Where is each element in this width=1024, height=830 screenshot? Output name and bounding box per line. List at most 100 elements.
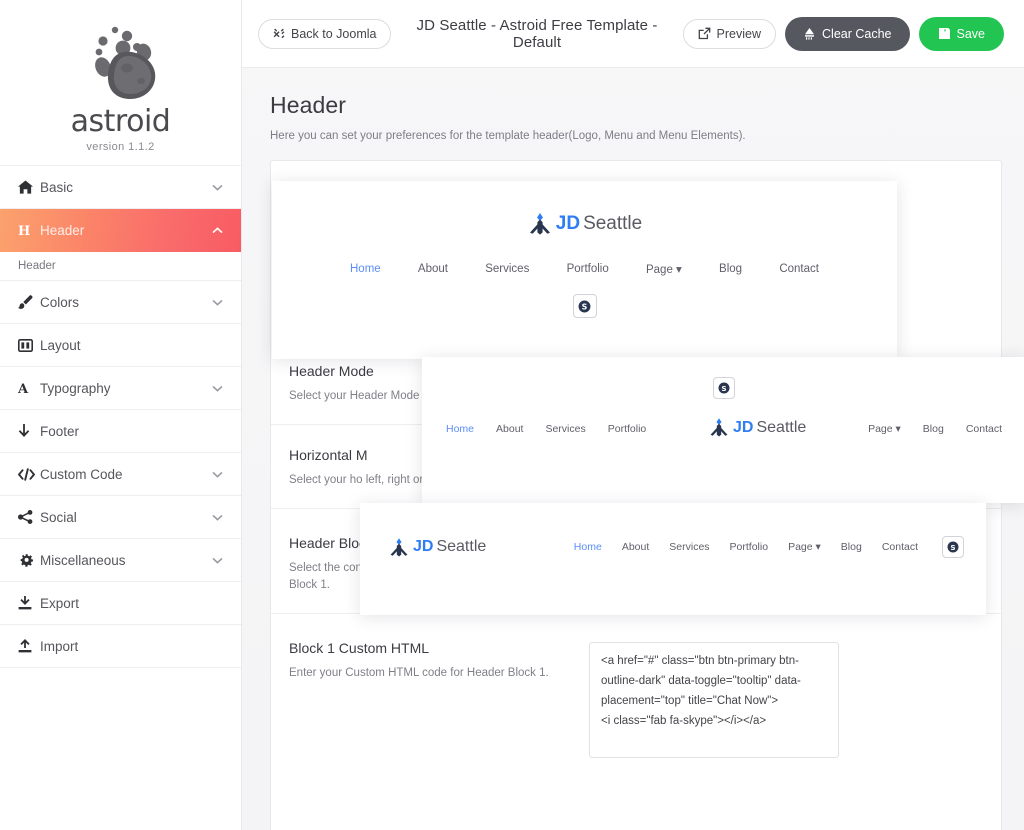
preview1-nav-blog[interactable]: Blog xyxy=(719,263,742,275)
preview2-nav-services[interactable]: Services xyxy=(545,423,585,435)
chevron-down-icon xyxy=(212,385,223,392)
astroid-wordmark: astroid xyxy=(70,103,171,139)
svg-text:S: S xyxy=(721,384,726,393)
preview3-nav-portfolio[interactable]: Portfolio xyxy=(730,541,769,553)
preview1-nav-portfolio[interactable]: Portfolio xyxy=(567,263,609,275)
preview2-nav-page[interactable]: Page ▾ xyxy=(868,423,901,435)
chevron-down-icon xyxy=(212,557,223,564)
preview1-nav-services[interactable]: Services xyxy=(485,263,529,275)
sidebar-label-export: Export xyxy=(40,595,80,611)
preview3-nav: Home About Services Portfolio Page ▾ Blo… xyxy=(574,536,964,558)
preview2-nav-page-label: Page xyxy=(868,423,893,435)
sidebar-item-export[interactable]: Export xyxy=(0,582,241,625)
sidebar-item-social[interactable]: Social xyxy=(0,496,241,539)
chevron-up-icon xyxy=(212,227,223,234)
preview3-nav-services[interactable]: Services xyxy=(669,541,709,553)
arrow-down-icon xyxy=(18,424,40,438)
field-label-block: Block 1 Custom HTML Enter your Custom HT… xyxy=(289,640,589,758)
clear-cache-button[interactable]: Clear Cache xyxy=(785,16,910,51)
gears-icon xyxy=(18,553,40,567)
field-control: <a href="#" class="btn btn-primary btn-o… xyxy=(589,640,983,759)
sidebar-item-layout[interactable]: Layout xyxy=(0,324,241,367)
back-to-joomla-button[interactable]: Back to Joomla xyxy=(258,18,392,49)
header-preview-centered[interactable]: JD Seattle Home About Services Portfolio … xyxy=(272,181,897,359)
page-header: Header Here you can set your preferences… xyxy=(242,68,1024,142)
toolbar: Back to Joomla JD Seattle - Astroid Free… xyxy=(242,0,1024,68)
sidebar-label-layout: Layout xyxy=(40,337,81,353)
save-label: Save xyxy=(956,26,986,41)
preview2-logo-wrap: JD Seattle xyxy=(646,418,868,440)
svg-text:S: S xyxy=(582,302,588,311)
preview1-nav-page-label: Page xyxy=(645,264,673,276)
sidebar-item-basic[interactable]: Basic xyxy=(0,166,241,209)
broom-icon xyxy=(803,27,816,40)
preview2-nav-contact[interactable]: Contact xyxy=(966,423,1002,435)
floppy-disk-icon xyxy=(938,27,951,40)
sidebar-item-custom-code[interactable]: Custom Code xyxy=(0,453,241,496)
save-button[interactable]: Save xyxy=(918,16,1004,51)
preview3-nav-contact[interactable]: Contact xyxy=(882,541,918,553)
joomla-icon xyxy=(273,28,285,40)
preview2-row: Home About Services Portfolio JD Seattle … xyxy=(422,418,1024,440)
astroid-version: version 1.1.2 xyxy=(86,140,155,153)
preview3-nav-about[interactable]: About xyxy=(622,541,649,553)
jd-seattle-trident-icon xyxy=(708,418,730,437)
share-icon xyxy=(18,510,40,524)
logo-seattle-text: Seattle xyxy=(756,418,807,436)
chevron-down-icon: ▾ xyxy=(812,541,821,553)
sidebar-label-social: Social xyxy=(40,509,77,525)
svg-text:H: H xyxy=(18,224,30,237)
preview1-nav-about[interactable]: About xyxy=(418,263,448,275)
sidebar-label-miscellaneous: Miscellaneous xyxy=(40,552,126,568)
sidebar-item-colors[interactable]: Colors xyxy=(0,281,241,324)
sidebar-label-typography: Typography xyxy=(40,380,111,396)
preview2-nav-home[interactable]: Home xyxy=(446,423,474,435)
skype-button[interactable]: S xyxy=(942,536,964,558)
jd-seattle-logo: JD Seattle xyxy=(527,213,642,235)
preview-button[interactable]: Preview xyxy=(682,18,777,49)
sidebar-label-custom-code: Custom Code xyxy=(40,466,123,482)
external-link-icon xyxy=(698,27,711,40)
block-1-custom-html-textarea[interactable]: <a href="#" class="btn btn-primary btn-o… xyxy=(589,642,839,759)
preview2-nav-blog[interactable]: Blog xyxy=(923,423,944,435)
skype-button[interactable]: S xyxy=(713,377,735,399)
header-preview-split[interactable]: S Home About Services Portfolio JD Seattl… xyxy=(422,357,1024,503)
columns-icon xyxy=(18,338,40,352)
preview1-nav-contact[interactable]: Contact xyxy=(779,263,819,275)
preview1-nav-page[interactable]: Page ▾ xyxy=(646,262,682,276)
sidebar-item-import[interactable]: Import xyxy=(0,625,241,668)
preview1-nav: Home About Services Portfolio Page ▾ Blo… xyxy=(272,262,897,276)
sidebar-subitem-header[interactable]: Header xyxy=(0,252,241,281)
logo-jd-text: JD xyxy=(733,418,754,436)
preview1-logo-row: JD Seattle xyxy=(272,181,897,240)
sidebar-item-typography[interactable]: A Typography xyxy=(0,367,241,410)
sidebar-label-import: Import xyxy=(40,638,79,654)
jd-seattle-trident-icon xyxy=(388,537,410,557)
preview3-nav-blog[interactable]: Blog xyxy=(841,541,862,553)
home-icon xyxy=(18,180,40,194)
sidebar-item-footer[interactable]: Footer xyxy=(0,410,241,453)
chevron-down-icon xyxy=(212,514,223,521)
sidebar-item-miscellaneous[interactable]: Miscellaneous xyxy=(0,539,241,582)
field-title: Block 1 Custom HTML xyxy=(289,640,430,657)
preview1-nav-home[interactable]: Home xyxy=(350,263,381,275)
sidebar-label-basic: Basic xyxy=(40,179,74,195)
sidebar-item-header[interactable]: H Header xyxy=(0,209,241,252)
header-preview-left-logo[interactable]: JD Seattle Home About Services Portfolio … xyxy=(360,503,986,615)
asteroid-rock-icon xyxy=(65,19,177,105)
logo-jd-text: JD xyxy=(555,213,581,234)
preview3-nav-home[interactable]: Home xyxy=(574,541,602,553)
template-title: JD Seattle - Astroid Free Template - Def… xyxy=(416,16,658,51)
preview2-nav-about[interactable]: About xyxy=(496,423,523,435)
skype-button[interactable]: S xyxy=(572,294,597,318)
toolbar-actions: Preview Clear Cache Save xyxy=(682,16,1004,51)
jd-seattle-trident-icon xyxy=(527,213,553,235)
preview2-nav-portfolio[interactable]: Portfolio xyxy=(608,423,647,435)
logo-seattle-text: Seattle xyxy=(583,213,643,234)
preview2-skype-row: S xyxy=(422,357,1024,399)
main-area: Back to Joomla JD Seattle - Astroid Free… xyxy=(242,0,1024,830)
code-icon xyxy=(18,467,40,481)
preview3-nav-page[interactable]: Page ▾ xyxy=(788,541,821,553)
logo-seattle-text: Seattle xyxy=(436,538,487,555)
preview2-nav-right: Page ▾ Blog Contact xyxy=(868,423,1002,435)
